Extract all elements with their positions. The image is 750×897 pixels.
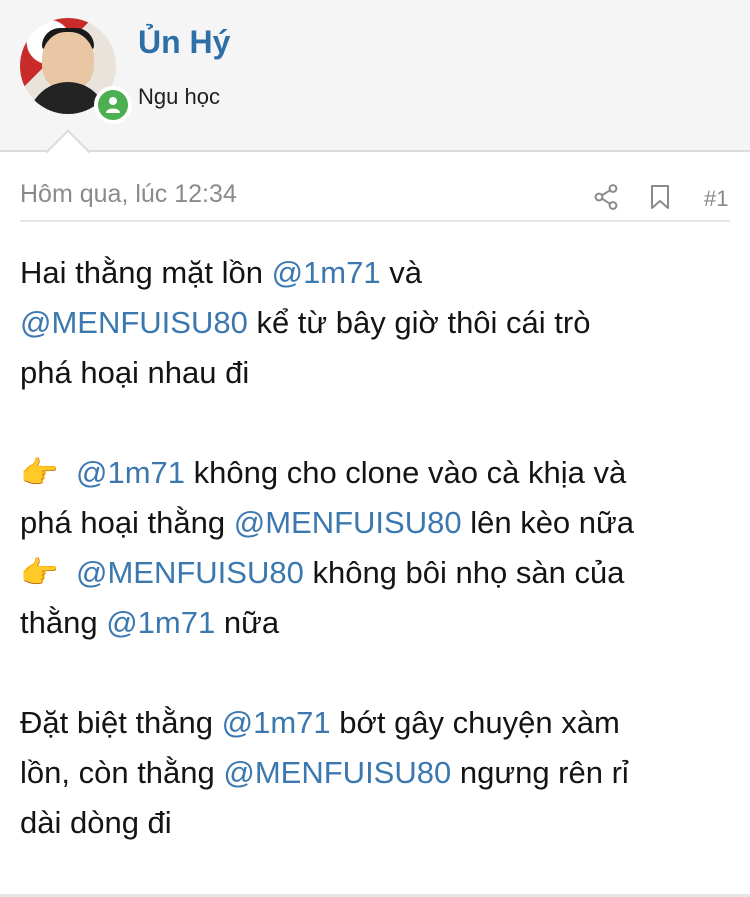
body-text: Đặt biệt thằng: [20, 705, 222, 740]
body-text: không cho clone vào cà khịa và: [185, 455, 627, 490]
mention-link[interactable]: @1m71: [76, 455, 185, 490]
body-text: không bôi nhọ sàn của: [303, 555, 625, 590]
bookmark-icon[interactable]: [650, 184, 670, 210]
share-icon[interactable]: [594, 184, 618, 210]
mention-link[interactable]: @1m71: [272, 255, 381, 290]
mention-link[interactable]: @1m71: [106, 605, 215, 640]
body-line: lồn, còn thằng @MENFUISU80 ngưng rên rỉ: [20, 748, 735, 798]
mention-link[interactable]: @MENFUISU80: [223, 755, 451, 790]
mention-link[interactable]: @MENFUISU80: [20, 305, 248, 340]
mention-link[interactable]: @MENFUISU80: [76, 555, 304, 590]
body-text: kể từ bây giờ thôi cái trò: [247, 305, 591, 340]
post-timestamp-link[interactable]: Hôm qua, lúc 12:34: [20, 180, 237, 209]
body-line: dài dòng đi: [20, 798, 735, 848]
body-text: và: [380, 255, 422, 290]
body-line: 👉 @MENFUISU80 không bôi nhọ sàn của: [20, 548, 735, 598]
body-text: lên kèo nữa: [461, 505, 635, 540]
mention-link[interactable]: @MENFUISU80: [234, 505, 462, 540]
body-line: Đặt biệt thằng @1m71 bớt gây chuyện xàm: [20, 698, 735, 748]
body-text: lồn, còn thằng: [20, 755, 224, 790]
body-text: phá hoại nhau đi: [20, 355, 250, 390]
post-meta-row: Hôm qua, lúc 12:34 #1: [20, 176, 730, 222]
pointing-hand-icon: 👉: [20, 455, 59, 491]
post-body: Hai thằng mặt lồn @1m71 và @MENFUISU80 k…: [20, 248, 735, 848]
body-line: 👉 @1m71 không cho clone vào cà khịa và: [20, 448, 735, 498]
author-name-link[interactable]: Ủn Hý: [138, 24, 230, 61]
body-text: thằng: [20, 605, 107, 640]
body-text: nữa: [215, 605, 280, 640]
avatar[interactable]: [20, 18, 132, 124]
pointing-hand-icon: 👉: [20, 555, 59, 591]
body-line: Hai thằng mặt lồn @1m71 và: [20, 248, 735, 298]
author-title: Ngu học: [138, 84, 220, 109]
body-text: Hai thằng mặt lồn: [20, 255, 272, 290]
body-text: bớt gây chuyện xàm: [330, 705, 620, 740]
body-text: dài dòng đi: [20, 805, 172, 840]
body-line: thằng @1m71 nữa: [20, 598, 735, 648]
body-text: ngưng rên rỉ: [451, 755, 629, 790]
post-author-header: Ủn Hý Ngu học: [0, 0, 750, 152]
post-number-link[interactable]: #1: [704, 186, 728, 212]
body-line: @MENFUISU80 kể từ bây giờ thôi cái trò: [20, 298, 735, 348]
body-line: phá hoại nhau đi: [20, 348, 735, 398]
user-online-icon: [94, 86, 132, 124]
body-text: phá hoại thằng: [20, 505, 234, 540]
mention-link[interactable]: @1m71: [222, 705, 331, 740]
body-line: phá hoại thằng @MENFUISU80 lên kèo nữa: [20, 498, 735, 548]
